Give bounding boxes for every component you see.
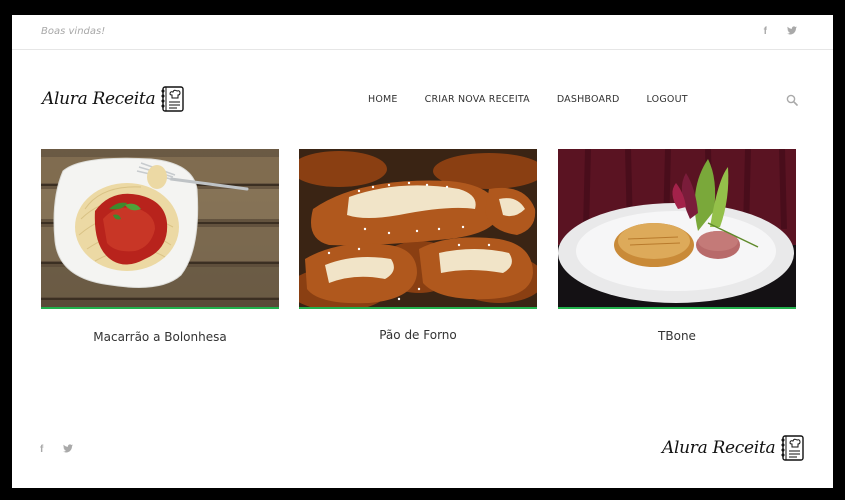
recipe-card-macarrao[interactable]: Macarrão a Bolonhesa <box>41 149 279 344</box>
recipe-title[interactable]: Pão de Forno <box>299 328 537 342</box>
footer-social-links: f <box>40 444 74 457</box>
recipe-accent-bar <box>558 307 796 309</box>
main-nav: HOME CRIAR NOVA RECEITA DASHBOARD LOGOUT <box>368 94 688 105</box>
recipe-card-tbone[interactable]: TBone <box>558 149 796 343</box>
top-bar: Boas vindas! f <box>12 15 833 50</box>
recipe-title[interactable]: Macarrão a Bolonhesa <box>41 330 279 344</box>
welcome-text: Boas vindas! <box>41 26 106 37</box>
nav-criar-nova-receita[interactable]: CRIAR NOVA RECEITA <box>425 94 530 105</box>
recipe-accent-bar <box>41 307 279 309</box>
twitter-icon[interactable] <box>63 444 74 457</box>
nav-home[interactable]: HOME <box>368 94 398 105</box>
nav-dashboard[interactable]: DASHBOARD <box>557 94 620 105</box>
page: Boas vindas! f Alura Receita HOME CRIAR … <box>12 15 833 488</box>
twitter-icon[interactable] <box>787 26 797 39</box>
facebook-icon[interactable]: f <box>764 26 767 39</box>
recipe-image-macarrao[interactable] <box>41 149 279 307</box>
footer-logo[interactable]: Alura Receita <box>662 434 807 462</box>
recipe-accent-bar <box>299 307 537 309</box>
header-logo[interactable]: Alura Receita <box>42 85 187 113</box>
facebook-icon[interactable]: f <box>40 444 43 457</box>
logo-text: Alura Receita <box>662 438 776 458</box>
recipe-image-pao-de-forno[interactable] <box>299 149 537 307</box>
recipe-book-icon <box>781 435 804 461</box>
recipe-title[interactable]: TBone <box>558 329 796 343</box>
recipe-card-pao-de-forno[interactable]: Pão de Forno <box>299 149 537 342</box>
recipe-book-icon <box>161 86 184 112</box>
recipe-image-tbone[interactable] <box>558 149 796 307</box>
top-social-links: f <box>764 26 797 39</box>
search-icon[interactable] <box>786 94 798 106</box>
logo-text: Alura Receita <box>42 89 156 109</box>
nav-logout[interactable]: LOGOUT <box>647 94 688 105</box>
